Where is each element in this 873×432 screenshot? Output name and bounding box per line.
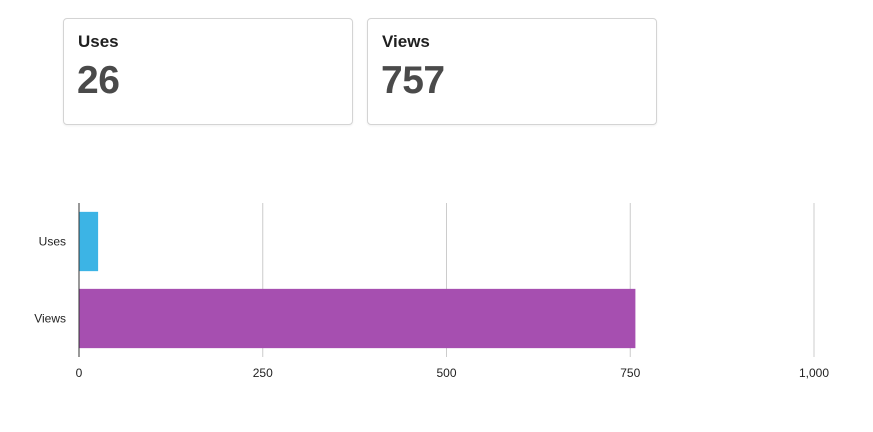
y-category-label: Uses	[39, 235, 66, 249]
x-tick-label: 1,000	[799, 366, 829, 380]
bar-chart: 0 250 500 750 1,000 Uses Views	[34, 203, 829, 380]
y-category-label: Views	[34, 312, 66, 326]
x-tick-label: 750	[620, 366, 640, 380]
bar-views	[79, 288, 636, 349]
x-tick-label: 500	[436, 366, 456, 380]
dashboard-page: Uses 26 Views 757 0 250 500 750 1,000 Uses Vie…	[0, 0, 873, 432]
x-tick-label: 250	[253, 366, 273, 380]
bar-uses	[79, 211, 99, 272]
x-tick-label: 0	[76, 366, 83, 380]
